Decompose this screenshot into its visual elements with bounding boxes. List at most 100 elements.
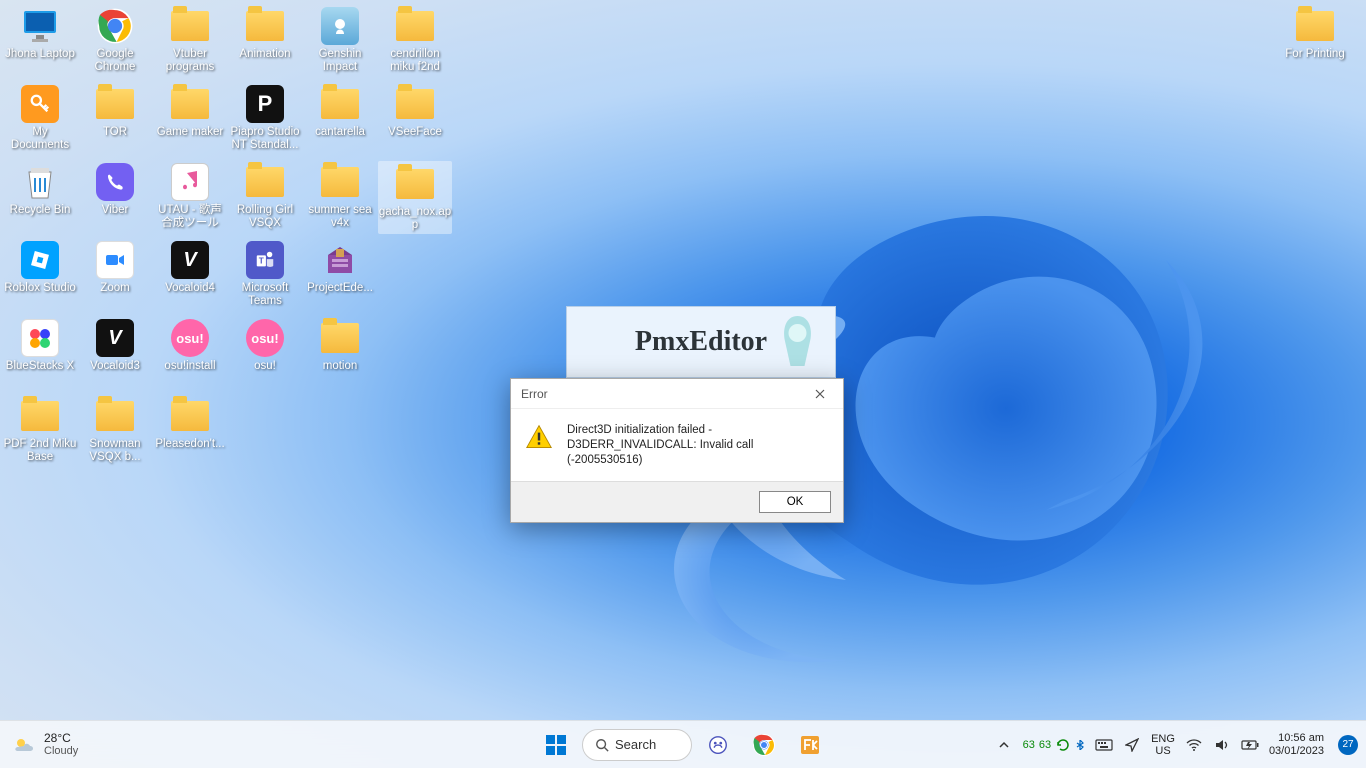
desktop-icon[interactable]: ProjectEde... [303, 239, 377, 295]
taskbar-pmxeditor[interactable] [790, 725, 830, 765]
taskbar-search[interactable]: Search [582, 729, 692, 761]
desktop-icon[interactable]: Genshin Impact [303, 5, 377, 74]
desktop-icon[interactable]: VVocaloid3 [78, 317, 152, 373]
warning-icon [525, 423, 553, 451]
tray-chevron-up-icon[interactable] [995, 736, 1013, 754]
desktop-icon[interactable]: Jhona Laptop [3, 5, 77, 61]
desktop-icon-label: Vocaloid3 [90, 360, 140, 373]
desktop-icon[interactable]: cantarella [303, 83, 377, 139]
desktop-icon-label: TOR [103, 126, 127, 139]
folder-icon [319, 317, 361, 359]
desktop-icon[interactable]: Zoom [78, 239, 152, 295]
desktop-icon-label: VSeeFace [388, 126, 442, 139]
desktop-icon[interactable]: For Printing [1278, 5, 1352, 61]
desktop-icon[interactable]: TOR [78, 83, 152, 139]
desktop-icon-label: ProjectEde... [307, 282, 373, 295]
desktop-icon[interactable]: osu!osu! [228, 317, 302, 373]
search-label: Search [615, 737, 656, 752]
error-dialog: Error Direct3D initialization failed - D… [510, 378, 844, 523]
desktop-icon[interactable]: Viber [78, 161, 152, 217]
desktop-icon[interactable]: PPiapro Studio NT Standal... [228, 83, 302, 152]
desktop-icon-label: osu! [254, 360, 276, 373]
desktop-icon-label: Pleasedon't... [155, 438, 224, 451]
desktop-icon[interactable]: UTAU - 歌声合成ツール [153, 161, 227, 230]
desktop-icon[interactable]: Pleasedon't... [153, 395, 227, 451]
refresh-icon [1055, 737, 1071, 753]
desktop-icon[interactable]: cendrillon miku f2nd [378, 5, 452, 74]
taskbar-chat[interactable] [698, 725, 738, 765]
desktop-icon-label: Viber [102, 204, 129, 217]
taskbar: 28°C Cloudy Search 63 63 [0, 720, 1366, 768]
taskbar-weather[interactable]: 28°C Cloudy [12, 732, 78, 758]
chrome-icon [94, 5, 136, 47]
folder-icon [19, 395, 61, 437]
desktop-icon[interactable]: Roblox Studio [3, 239, 77, 295]
desktop-icon[interactable]: My Documents [3, 83, 77, 152]
desktop-icon-label: gacha_nox.app [378, 206, 452, 232]
pmxeditor-icon [798, 733, 822, 757]
desktop-icon[interactable]: Vtuber programs [153, 5, 227, 74]
monitor-icon [19, 5, 61, 47]
folder-icon [394, 83, 436, 125]
folder-sel-icon [394, 163, 436, 205]
desktop-icon[interactable]: VSeeFace [378, 83, 452, 139]
desktop-icon-label: My Documents [3, 126, 77, 152]
tray-network-group[interactable] [1185, 736, 1259, 754]
desktop-icon-label: summer sea v4x [303, 204, 377, 230]
battery-icon [1241, 736, 1259, 754]
roblox-icon [19, 239, 61, 281]
folder-icon [94, 395, 136, 437]
desktop-icon[interactable]: Recycle Bin [3, 161, 77, 217]
desktop-icon[interactable]: Game maker [153, 83, 227, 139]
desktop-icon[interactable]: PDF 2nd Miku Base [3, 395, 77, 464]
desktop-icon-label: PDF 2nd Miku Base [3, 438, 77, 464]
desktop-icon-label: Roblox Studio [4, 282, 76, 295]
wifi-icon [1185, 736, 1203, 754]
desktop-icon[interactable]: Rolling Girl VSQX [228, 161, 302, 230]
desktop-icon[interactable]: VVocaloid4 [153, 239, 227, 295]
pmxeditor-splash: PmxEditor [566, 306, 836, 378]
desktop-icon[interactable]: osu!osu!install [153, 317, 227, 373]
taskbar-chrome[interactable] [744, 725, 784, 765]
teams-icon: T [244, 239, 286, 281]
weather-temp: 28°C [44, 732, 78, 745]
folder-icon [169, 83, 211, 125]
weather-icon [12, 733, 36, 757]
desktop-icon[interactable]: summer sea v4x [303, 161, 377, 230]
desktop-icon-label: For Printing [1285, 48, 1344, 61]
desktop-icon[interactable]: TMicrosoft Teams [228, 239, 302, 308]
winrar-icon [319, 239, 361, 281]
desktop-icon-label: osu!install [164, 360, 215, 373]
osu-icon: osu! [169, 317, 211, 359]
desktop-icon-label: cantarella [315, 126, 365, 139]
folder-icon [94, 83, 136, 125]
tray-performance[interactable]: 63 63 [1023, 737, 1086, 753]
tray-language[interactable]: ENG US [1151, 733, 1175, 757]
folder-icon [319, 161, 361, 203]
desktop-icon[interactable]: Animation [228, 5, 302, 61]
desktop-icon-label: UTAU - 歌声合成ツール [153, 204, 227, 230]
viber-icon [94, 161, 136, 203]
start-button[interactable] [536, 725, 576, 765]
dialog-title: Error [521, 387, 548, 401]
tray-keyboard-icon[interactable] [1095, 736, 1113, 754]
bluetooth-icon [1075, 740, 1085, 750]
desktop-icon[interactable]: Snowman VSQX b... [78, 395, 152, 464]
desktop-icon-label: Google Chrome [78, 48, 152, 74]
desktop-icon-label: Jhona Laptop [5, 48, 75, 61]
tray-clock[interactable]: 10:56 am 03/01/2023 [1269, 732, 1328, 758]
windows-icon [544, 733, 568, 757]
chrome-icon [752, 733, 776, 757]
search-icon [595, 738, 609, 752]
desktop-icon[interactable]: Google Chrome [78, 5, 152, 74]
desktop-icon[interactable]: gacha_nox.app [378, 161, 452, 234]
ok-button[interactable]: OK [759, 491, 831, 513]
v4-icon: V [169, 239, 211, 281]
close-icon[interactable] [805, 383, 835, 405]
desktop-icon[interactable]: motion [303, 317, 377, 373]
desktop-icon-label: Rolling Girl VSQX [228, 204, 302, 230]
notification-badge[interactable]: 27 [1338, 735, 1358, 755]
desktop-icon[interactable]: BlueStacks X [3, 317, 77, 373]
tray-location-icon[interactable] [1123, 736, 1141, 754]
dialog-titlebar[interactable]: Error [511, 379, 843, 409]
